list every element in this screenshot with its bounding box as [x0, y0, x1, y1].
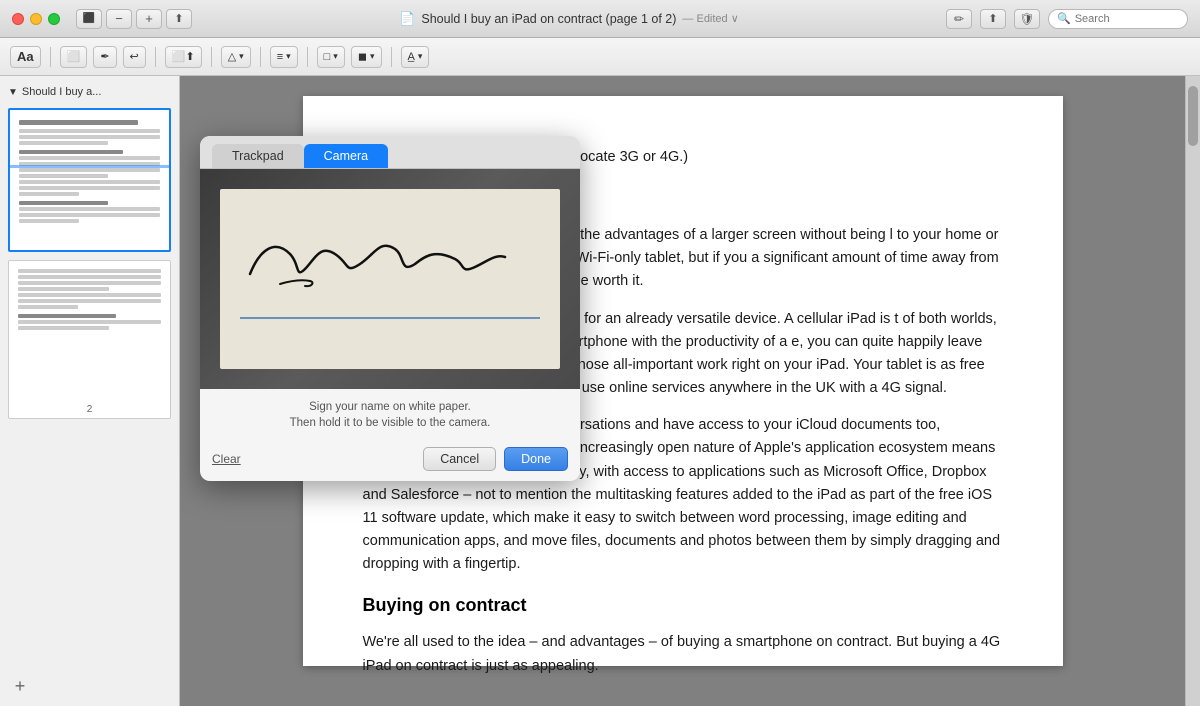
text-color-button[interactable]: A̲ ▾	[401, 46, 430, 68]
dialog-tabs: Trackpad Camera	[200, 136, 580, 169]
annotate-icon: ↩	[130, 50, 139, 63]
scrollbar-thumb[interactable]	[1188, 86, 1198, 146]
page-1-thumbnail[interactable]	[8, 108, 171, 252]
sidebar-header: ▼ Should I buy a...	[8, 84, 171, 100]
border-button[interactable]: □ ▾	[317, 46, 345, 68]
fill-chevron-icon: ▾	[370, 51, 375, 62]
toolbar-separator-3	[211, 47, 212, 67]
dialog-actions: Clear Cancel Done	[200, 441, 580, 481]
border-chevron-icon: ▾	[333, 51, 338, 62]
camera-background	[200, 169, 580, 389]
annotate-tool-button[interactable]: ↩	[123, 46, 146, 68]
markup-button[interactable]: 🛡	[1014, 9, 1040, 29]
toolbar-separator-2	[155, 47, 156, 67]
sidebar-doc-title: Should I buy a...	[22, 86, 102, 98]
sidebar-toggle-button[interactable]: ⬛	[76, 9, 102, 29]
signature-dialog: Trackpad Camera	[200, 136, 580, 481]
toolbar: Aa ⬜ ✒ ↩ ⬜⬆ △ ▾ ≡ ▾ □ ▾ ◼ ▾ A̲ ▾	[0, 38, 1200, 76]
edited-indicator: — Edited ∨	[682, 12, 738, 25]
clear-button[interactable]: Clear	[212, 452, 241, 466]
share-button[interactable]: ⬆	[166, 9, 192, 29]
sidebar: ▼ Should I buy a...	[0, 76, 180, 706]
share-sheet-button[interactable]: ⬆	[980, 9, 1006, 29]
text-color-icon: A̲	[408, 51, 415, 63]
fill-button[interactable]: ◼ ▾	[351, 46, 382, 68]
insert-icon: ⬜	[67, 50, 81, 63]
maximize-button[interactable]	[48, 13, 60, 25]
text-color-chevron-icon: ▾	[418, 51, 423, 62]
page-2-number: 2	[9, 401, 170, 418]
signature-drawing	[240, 219, 520, 299]
page-2-preview	[9, 261, 170, 401]
border-icon: □	[324, 51, 331, 63]
zoom-in-button[interactable]: +	[136, 9, 162, 29]
page-1-preview	[10, 110, 169, 250]
pen-icon: ✒	[100, 50, 109, 63]
cancel-button[interactable]: Cancel	[423, 447, 496, 471]
stamp-icon: ⬜⬆	[172, 50, 195, 63]
stamp-button[interactable]: ⬜⬆	[165, 46, 202, 68]
pen-button[interactable]: ✒	[93, 46, 116, 68]
lines-chevron-icon: ▾	[286, 51, 291, 62]
lines-button[interactable]: ≡ ▾	[270, 46, 298, 68]
paper-in-camera	[220, 189, 560, 369]
minimize-button[interactable]	[30, 13, 42, 25]
camera-tab[interactable]: Camera	[304, 144, 388, 168]
shape-button[interactable]: △ ▾	[221, 46, 251, 68]
dialog-instruction: Sign your name on white paper. Then hold…	[200, 389, 580, 441]
chevron-down-icon: ▾	[239, 51, 244, 62]
dialog-overlay: Trackpad Camera	[180, 76, 1185, 706]
zoom-out-button[interactable]: −	[106, 9, 132, 29]
toolbar-separator-5	[307, 47, 308, 67]
trackpad-tab[interactable]: Trackpad	[212, 144, 304, 168]
title-bar-center: 📄 Should I buy an iPad on contract (page…	[200, 11, 938, 27]
font-button[interactable]: Aa	[10, 46, 41, 68]
search-input[interactable]	[1075, 13, 1179, 25]
scrollbar[interactable]	[1185, 76, 1200, 706]
document-content: tion your iPad will use if it cannot loc…	[180, 76, 1185, 706]
toolbar-separator-1	[50, 47, 51, 67]
search-icon: 🔍	[1057, 12, 1071, 25]
signature-line	[240, 317, 540, 319]
sidebar-chevron-icon: ▼	[8, 87, 18, 98]
annotate-button[interactable]: ✏	[946, 9, 972, 29]
camera-preview	[200, 169, 580, 389]
page-2-thumbnail[interactable]: 2	[8, 260, 171, 419]
fill-icon: ◼	[358, 50, 367, 63]
insert-button[interactable]: ⬜	[60, 46, 88, 68]
dialog-action-buttons: Cancel Done	[423, 447, 568, 471]
document-icon: 📄	[399, 11, 415, 27]
add-page-button[interactable]: +	[8, 674, 32, 698]
toolbar-separator-4	[260, 47, 261, 67]
search-box[interactable]: 🔍	[1048, 9, 1188, 29]
main-area: ▼ Should I buy a...	[0, 76, 1200, 706]
shape-icon: △	[228, 50, 236, 63]
document-title: Should I buy an iPad on contract (page 1…	[421, 12, 676, 26]
title-bar: ⬛ − + ⬆ 📄 Should I buy an iPad on contra…	[0, 0, 1200, 38]
title-bar-right: ✏ ⬆ 🛡 🔍	[946, 9, 1188, 29]
toolbar-separator-6	[391, 47, 392, 67]
lines-icon: ≡	[277, 51, 283, 63]
done-button[interactable]: Done	[504, 447, 568, 471]
traffic-lights	[12, 13, 60, 25]
close-button[interactable]	[12, 13, 24, 25]
